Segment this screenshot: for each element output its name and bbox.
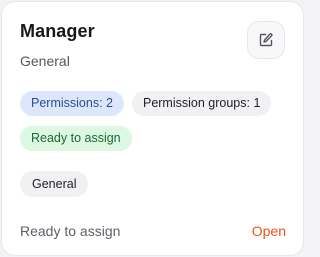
open-link[interactable]: Open [252, 223, 286, 239]
badge-list: Permissions: 2 Permission groups: 1 Read… [20, 91, 290, 151]
status-badge: Ready to assign [20, 126, 132, 151]
footer-status: Ready to assign [20, 223, 121, 239]
edit-icon [258, 32, 274, 48]
permissions-badge: Permissions: 2 [20, 91, 124, 116]
role-subtitle: General [20, 53, 70, 69]
role-title: Manager [20, 21, 95, 41]
category-tag: General [20, 171, 89, 197]
role-card: Manager General Permissions: 2 Permissio… [1, 1, 304, 256]
permission-groups-badge: Permission groups: 1 [131, 91, 272, 116]
edit-button[interactable] [247, 21, 285, 59]
